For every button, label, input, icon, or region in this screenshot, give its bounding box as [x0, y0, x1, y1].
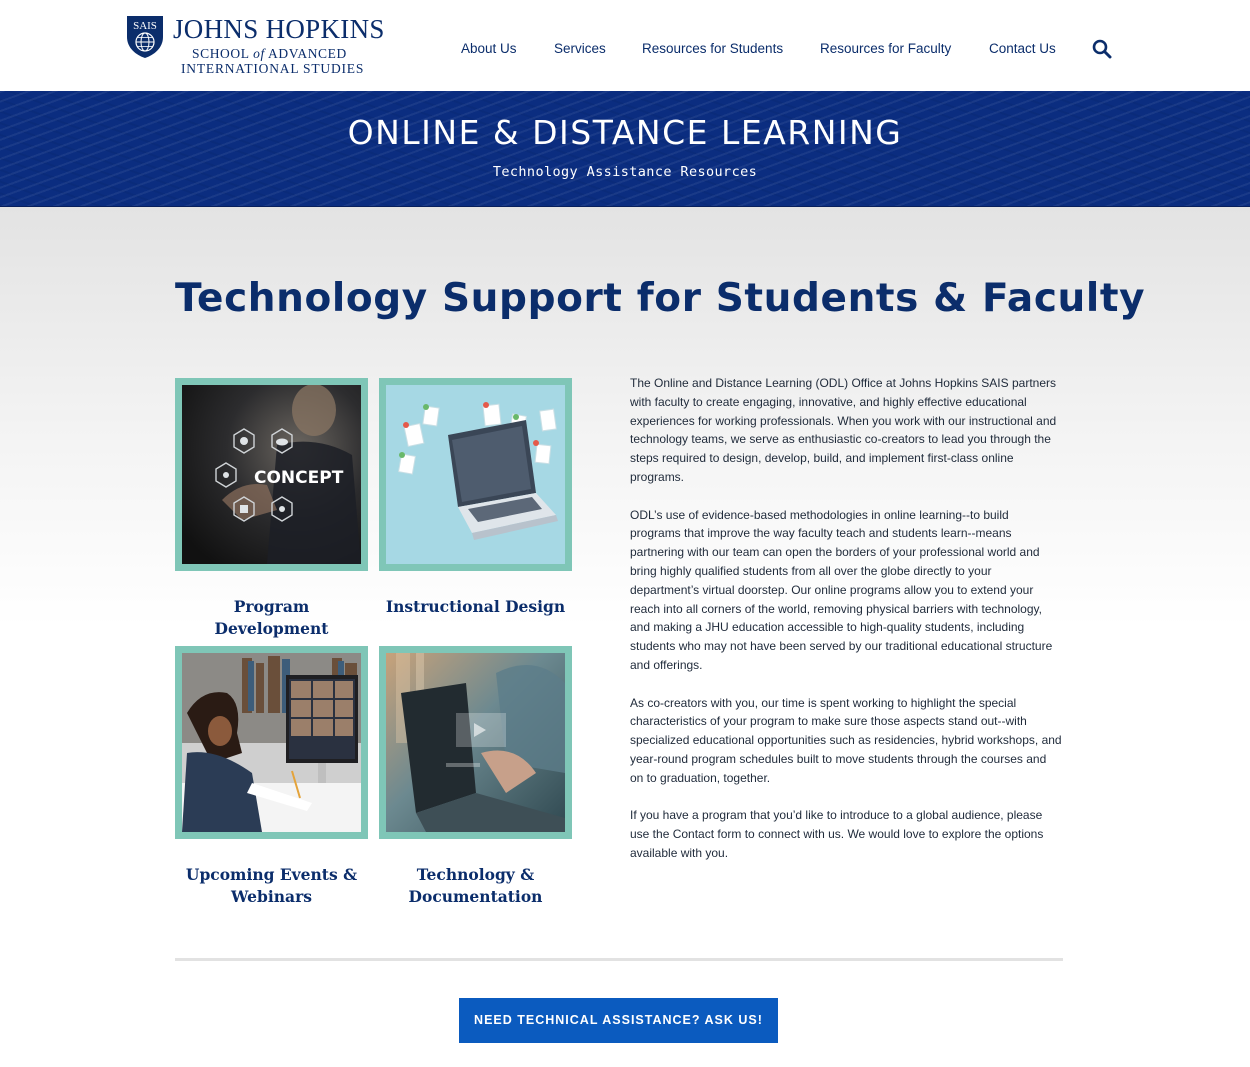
jhu-sais-logo[interactable]: SAIS JOHNS HOPKINS SCHOOL of ADVANCED IN… — [126, 14, 384, 78]
video-call-photo-art — [182, 653, 361, 832]
page-title: Technology Support for Students & Facult… — [175, 276, 1146, 321]
intro-copy: The Online and Distance Learning (ODL) O… — [630, 374, 1062, 882]
laptop-typing-photo — [379, 646, 572, 839]
nav-contact-us[interactable]: Contact Us — [989, 41, 1056, 56]
paragraph-3: As co-creators with you, our time is spe… — [630, 695, 1062, 785]
section-divider — [175, 958, 1063, 961]
banner-subtitle: Technology Assistance Resources — [492, 164, 758, 180]
tile-instructional-design[interactable]: Instructional Design — [379, 378, 572, 618]
tile-label[interactable]: Technology & Documentation — [379, 864, 572, 908]
ask-us-button[interactable]: NEED TECHNICAL ASSISTANCE? ASK US! — [459, 998, 778, 1043]
logo-badge-text: SAIS — [133, 20, 157, 32]
paragraph-2: ODL’s use of evidence-based methodologie… — [630, 507, 1053, 672]
main-content: Technology Support for Students & Facult… — [0, 207, 1250, 1067]
tile-label[interactable]: Upcoming Events & Webinars — [175, 864, 368, 908]
paragraph-1: The Online and Distance Learning (ODL) O… — [630, 376, 1057, 484]
laptop-documents-illustration — [379, 378, 572, 571]
logo-advanced: ADVANCED — [268, 46, 347, 61]
concept-hexagon-icons-image: CONCEPT — [175, 378, 368, 571]
site-header: SAIS JOHNS HOPKINS SCHOOL of ADVANCED IN… — [0, 0, 1250, 91]
tile-label[interactable]: Program Development — [175, 596, 368, 640]
concept-text: CONCEPT — [254, 468, 344, 488]
tile-label[interactable]: Instructional Design — [379, 596, 572, 618]
concept-image-art: CONCEPT — [182, 385, 361, 564]
logo-school-line: SCHOOL of ADVANCED — [192, 46, 347, 62]
nav-resources-for-students[interactable]: Resources for Students — [642, 41, 783, 56]
nav-services[interactable]: Services — [554, 41, 606, 56]
tile-upcoming-events-webinars[interactable]: Upcoming Events & Webinars — [175, 646, 368, 908]
banner-title: ONLINE & DISTANCE LEARNING — [347, 113, 903, 152]
logo-of: of — [253, 46, 265, 61]
nav-resources-for-faculty[interactable]: Resources for Faculty — [820, 41, 951, 56]
laptop-illustration-art — [386, 385, 565, 564]
logo-name: JOHNS HOPKINS — [173, 14, 385, 44]
paragraph-4: If you have a program that you’d like to… — [630, 808, 1044, 860]
hero-banner: ONLINE & DISTANCE LEARNING Technology As… — [0, 91, 1250, 207]
tile-program-development[interactable]: CONCEPT Program Development — [175, 378, 368, 640]
laptop-typing-photo-art — [386, 653, 565, 832]
tile-technology-documentation[interactable]: Technology & Documentation — [379, 646, 572, 908]
logo-school: SCHOOL — [192, 46, 250, 61]
shield-icon: SAIS — [127, 16, 163, 58]
student-video-call-photo — [175, 646, 368, 839]
search-icon[interactable] — [1092, 39, 1112, 59]
logo-international-studies: INTERNATIONAL STUDIES — [181, 61, 365, 76]
nav-about-us[interactable]: About Us — [461, 41, 517, 56]
